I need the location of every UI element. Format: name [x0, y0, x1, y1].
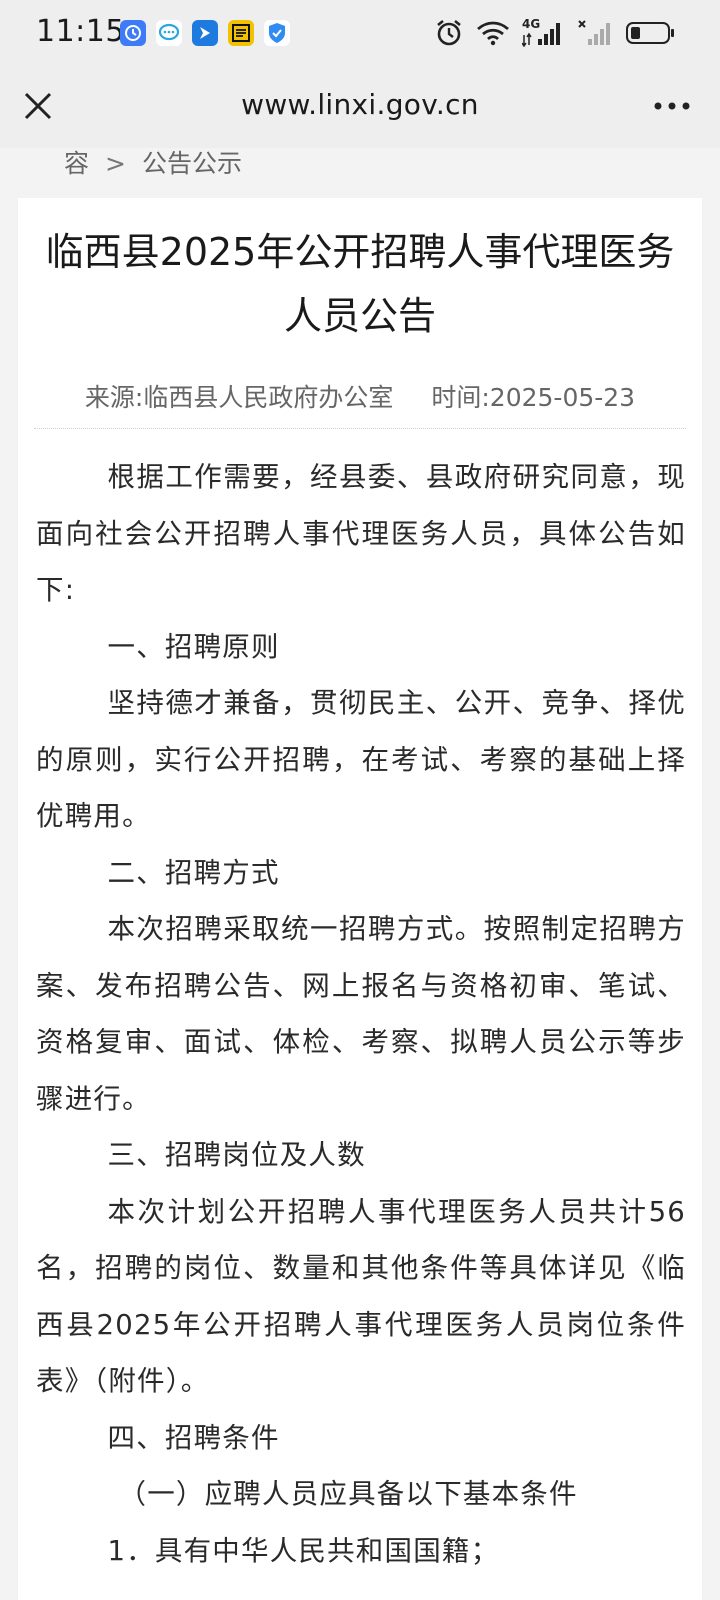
article-meta: 来源:临西县人民政府办公室 时间:2025-05-23 [42, 378, 678, 418]
status-indicators: 4G [434, 17, 674, 48]
section-heading: 三、招聘岗位及人数 [107, 1139, 366, 1171]
article-paragraph: 本次招聘采取统一招聘方式。按照制定招聘方案、发布招聘公告、网上报名与资格初审、笔… [36, 913, 686, 1115]
notification-icons [120, 20, 290, 46]
time-label: 时间: [431, 383, 490, 412]
article-body: 根据工作需要，经县委、县政府研究同意，现面向社会公开招聘人事代理医务人员，具体公… [36, 449, 686, 1579]
no-signal-icon [578, 20, 610, 45]
article-card: 临西县2025年公开招聘人事代理医务人员公告 来源:临西县人民政府办公室 时间:2… [18, 198, 702, 1600]
alarm-icon [437, 19, 461, 46]
battery-icon [626, 22, 674, 44]
article-paragraph: 根据工作需要，经县委、县政府研究同意，现面向社会公开招聘人事代理医务人员，具体公… [36, 461, 686, 606]
section-heading: 四、招聘条件 [107, 1421, 280, 1454]
section-heading: 一、招聘原则 [107, 630, 280, 663]
article-paragraph: 本次计划公开招聘人事代理医务人员共计56名，招聘的岗位、数量和其他条件等具体详见… [36, 1195, 686, 1398]
section-heading: 二、招聘方式 [107, 856, 280, 889]
breadcrumb-separator: > [105, 149, 126, 178]
status-bar: 11:15 4G [0, 0, 720, 70]
breadcrumb-current[interactable]: 公告公示 [142, 149, 242, 178]
browser-nav-bar: www.linxi.gov.cn [0, 70, 720, 148]
page-content[interactable]: 容 > 公告公示 临西县2025年公开招聘人事代理医务人员公告 来源:临西县人民政府… [0, 148, 720, 1600]
source-value: 临西县人民政府办公室 [143, 383, 394, 412]
news-app-icon [228, 20, 254, 46]
breadcrumb: 容 > 公告公示 [64, 148, 242, 180]
shield-app-icon [264, 20, 290, 46]
battery-level [631, 27, 640, 39]
subsection-heading: （一）应聘人员应具备以下基本条件 [118, 1478, 578, 1510]
meta-divider [34, 428, 686, 429]
article-paragraph: 坚持德才兼备，贯彻民主、公开、竞争、择优的原则，实行公开招聘，在考试、考察的基础… [36, 687, 686, 832]
cellular-signal-icon: 4G [522, 17, 566, 47]
wifi-icon [477, 21, 509, 46]
arrow-app-icon [192, 20, 218, 46]
more-options-icon[interactable] [652, 96, 692, 116]
breadcrumb-prev[interactable]: 容 [64, 149, 89, 178]
article-paragraph: 1．具有中华人民共和国国籍； [107, 1534, 500, 1567]
source-label: 来源: [84, 383, 144, 412]
page-url[interactable]: www.linxi.gov.cn [0, 88, 720, 121]
status-time: 11:15 [36, 14, 125, 49]
time-value: 2025-05-23 [489, 383, 636, 412]
article-title: 临西县2025年公开招聘人事代理医务人员公告 [45, 230, 675, 338]
chat-app-icon [156, 20, 182, 46]
clock-app-icon [120, 20, 146, 46]
